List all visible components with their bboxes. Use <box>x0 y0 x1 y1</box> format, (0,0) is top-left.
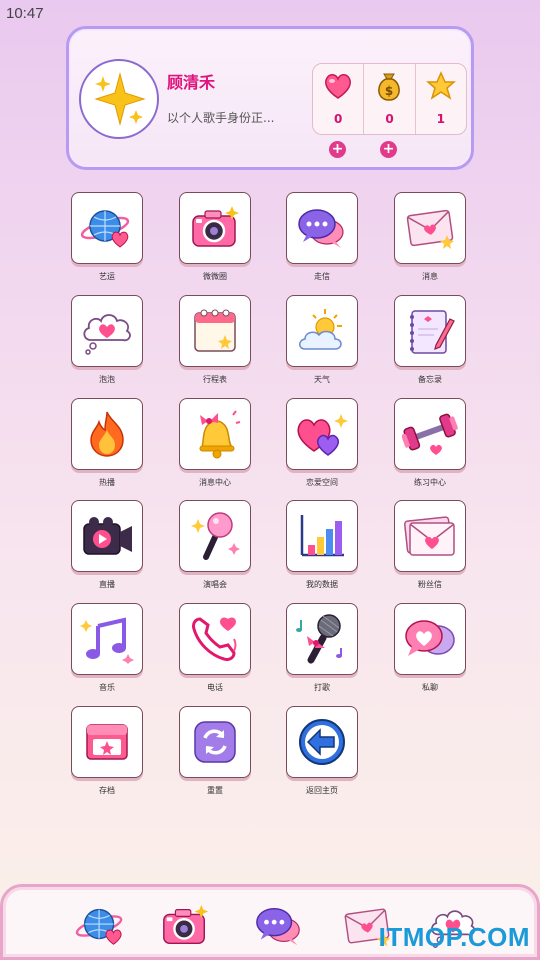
app-label: 重置 <box>207 786 223 795</box>
app-calendar[interactable]: 行程表 <box>178 295 252 385</box>
globe-heart-icon[interactable] <box>71 192 143 264</box>
app-video-camera[interactable]: 直播 <box>70 500 144 590</box>
sparkle-icon <box>94 72 146 126</box>
app-label: 消息 <box>422 272 438 281</box>
app-label: 电话 <box>207 683 223 692</box>
add-money-button[interactable]: + <box>380 141 397 158</box>
app-phone[interactable]: 电话 <box>178 603 252 693</box>
app-label: 返回主页 <box>306 786 338 795</box>
app-bell[interactable]: 消息中心 <box>178 398 252 488</box>
camera-icon[interactable] <box>179 192 251 264</box>
back-arrow-icon[interactable] <box>286 706 358 778</box>
app-save-box[interactable]: 存档 <box>70 706 144 796</box>
app-chat-bubbles[interactable]: 走信 <box>285 192 359 282</box>
hearts-icon[interactable] <box>286 398 358 470</box>
app-label: 热播 <box>99 478 115 487</box>
stat-stars: 1 <box>416 64 466 134</box>
app-bar-chart[interactable]: 我的数据 <box>285 500 359 590</box>
video-camera-icon[interactable] <box>71 500 143 572</box>
profile-card[interactable]: 顾清禾 以个人歌手身份正... 0 $ 0 1 + + <box>66 26 474 170</box>
app-label: 恋爱空间 <box>306 478 338 487</box>
app-fire[interactable]: 热播 <box>70 398 144 488</box>
fire-icon[interactable] <box>71 398 143 470</box>
reset-icon[interactable] <box>179 706 251 778</box>
app-fan-letter[interactable]: 粉丝信 <box>393 500 467 590</box>
stat-value: 0 <box>385 112 394 126</box>
app-reset[interactable]: 重置 <box>178 706 252 796</box>
app-label: 行程表 <box>203 375 227 384</box>
chat-bubbles-icon[interactable] <box>286 192 358 264</box>
app-label: 音乐 <box>99 683 115 692</box>
app-label: 走信 <box>314 272 330 281</box>
microphone-icon[interactable] <box>286 603 358 675</box>
app-microphone[interactable]: 打歌 <box>285 603 359 693</box>
svg-text:$: $ <box>385 84 393 98</box>
app-label: 私聊 <box>422 683 438 692</box>
weather-icon[interactable] <box>286 295 358 367</box>
bell-icon[interactable] <box>179 398 251 470</box>
app-envelope[interactable]: 消息 <box>393 192 467 282</box>
stat-hearts: 0 <box>313 64 365 134</box>
stats-box: 0 $ 0 1 <box>312 63 467 135</box>
app-light-stick[interactable]: 演唱会 <box>178 500 252 590</box>
app-label: 备忘录 <box>418 375 442 384</box>
status-time: 10:47 <box>6 5 44 22</box>
watermark: ITMOP.COM <box>378 922 530 952</box>
app-heart-cloud[interactable]: 泡泡 <box>70 295 144 385</box>
dock-camera-icon[interactable] <box>159 903 211 949</box>
dumbbell-icon[interactable] <box>394 398 466 470</box>
envelope-icon[interactable] <box>394 192 466 264</box>
app-label: 粉丝信 <box>418 580 442 589</box>
calendar-icon[interactable] <box>179 295 251 367</box>
notebook-icon[interactable] <box>394 295 466 367</box>
app-label: 打歌 <box>314 683 330 692</box>
app-label: 微微圈 <box>203 272 227 281</box>
app-back-arrow[interactable]: 返回主页 <box>285 706 359 796</box>
star-icon <box>425 70 457 102</box>
app-weather[interactable]: 天气 <box>285 295 359 385</box>
app-label: 我的数据 <box>306 580 338 589</box>
profile-signature: 以个人歌手身份正... <box>167 111 275 125</box>
music-note-icon[interactable] <box>71 603 143 675</box>
save-box-icon[interactable] <box>71 706 143 778</box>
dock-globe-heart-icon[interactable] <box>75 903 127 949</box>
profile-name: 顾清禾 <box>167 73 216 92</box>
bar-chart-icon[interactable] <box>286 500 358 572</box>
stat-value: 1 <box>436 112 445 126</box>
phone-icon[interactable] <box>179 603 251 675</box>
app-label: 存档 <box>99 786 115 795</box>
heart-chat-icon[interactable] <box>394 603 466 675</box>
heart-icon <box>322 70 354 102</box>
app-label: 直播 <box>99 580 115 589</box>
app-label: 泡泡 <box>99 375 115 384</box>
app-camera[interactable]: 微微圈 <box>178 192 252 282</box>
app-label: 演唱会 <box>203 580 227 589</box>
fan-letter-icon[interactable] <box>394 500 466 572</box>
app-notebook[interactable]: 备忘录 <box>393 295 467 385</box>
app-hearts[interactable]: 恋爱空间 <box>285 398 359 488</box>
stat-money: $ 0 <box>364 64 416 134</box>
app-label: 消息中心 <box>199 478 231 487</box>
app-dumbbell[interactable]: 练习中心 <box>393 398 467 488</box>
heart-cloud-icon[interactable] <box>71 295 143 367</box>
stat-value: 0 <box>333 112 343 126</box>
app-label: 艺运 <box>99 272 115 281</box>
add-hearts-button[interactable]: + <box>329 141 346 158</box>
avatar[interactable] <box>79 59 159 139</box>
app-globe-heart[interactable]: 艺运 <box>70 192 144 282</box>
app-heart-chat[interactable]: 私聊 <box>393 603 467 693</box>
app-label: 练习中心 <box>414 478 446 487</box>
money-bag-icon: $ <box>373 70 405 102</box>
dock-chat-bubbles-icon[interactable] <box>253 903 305 949</box>
app-label: 天气 <box>314 375 330 384</box>
light-stick-icon[interactable] <box>179 500 251 572</box>
app-music-note[interactable]: 音乐 <box>70 603 144 693</box>
